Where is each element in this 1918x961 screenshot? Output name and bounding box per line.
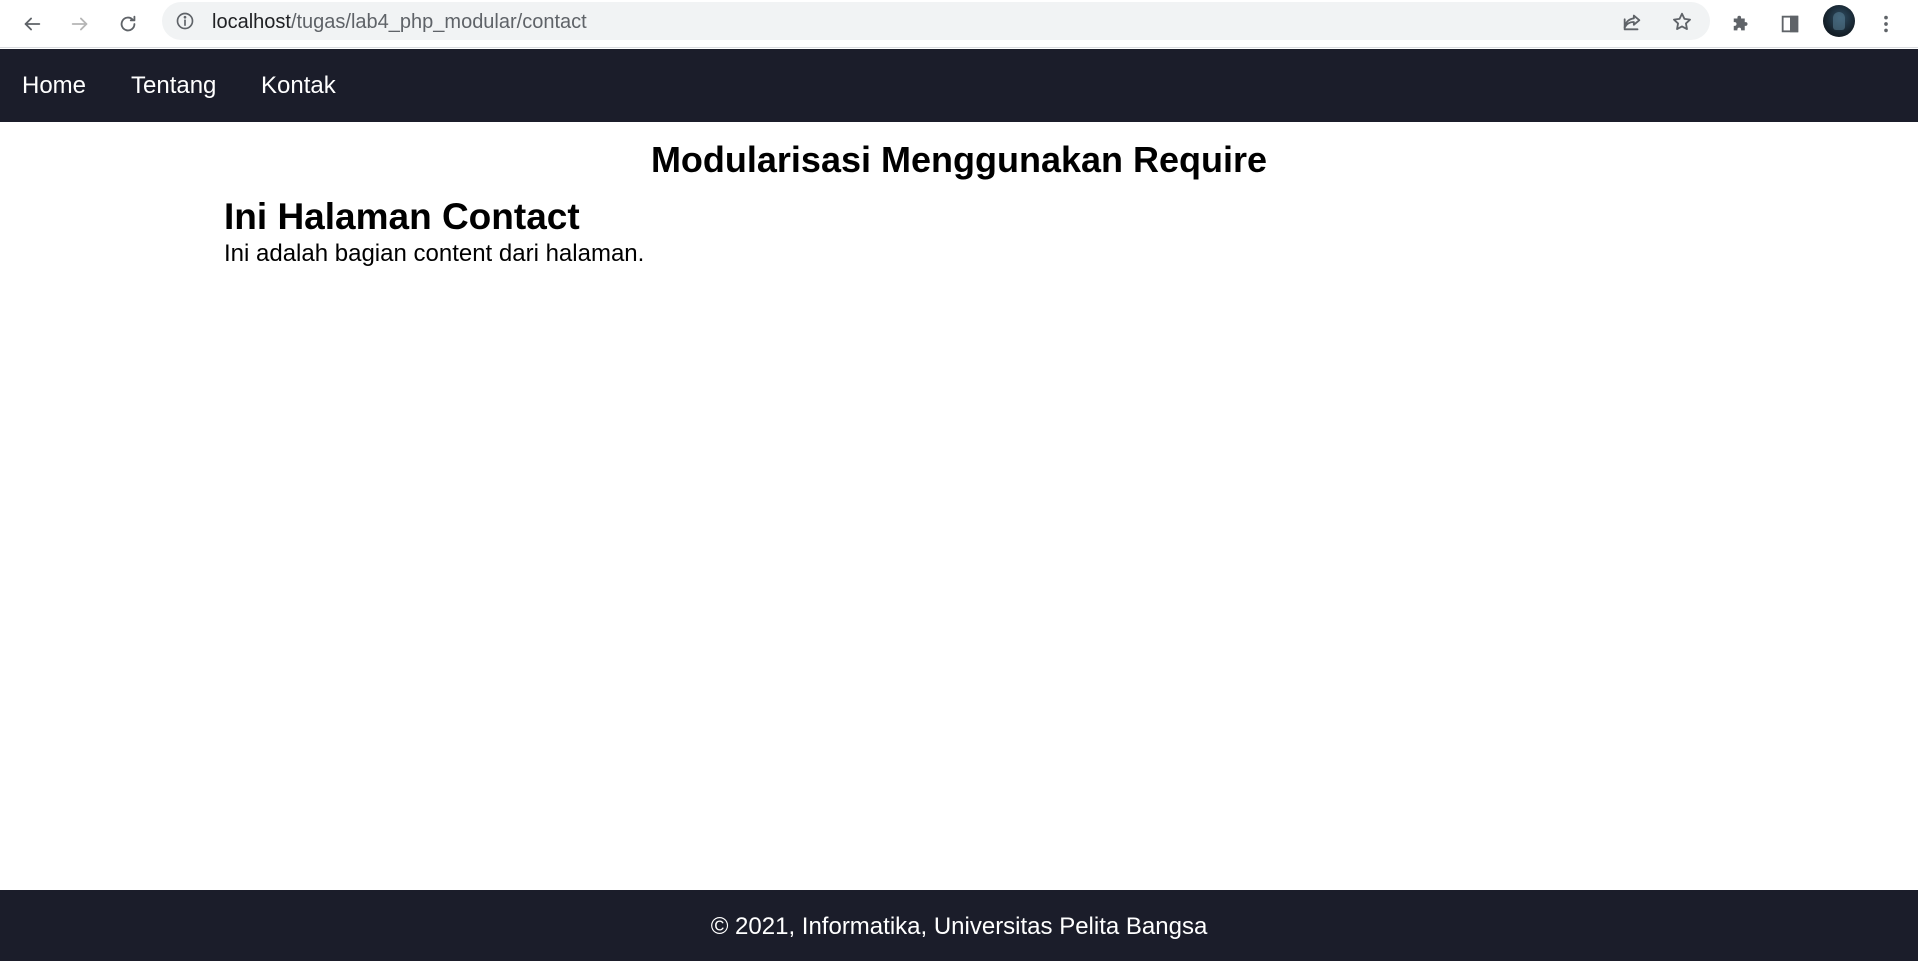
side-panel-icon[interactable] xyxy=(1774,8,1806,40)
site-footer: © 2021, Informatika, Universitas Pelita … xyxy=(0,890,1918,961)
address-bar[interactable]: localhost/tugas/lab4_php_modular/contact xyxy=(162,2,1710,40)
nav-item-tentang[interactable]: Tentang xyxy=(131,72,216,99)
site-nav: Home Tentang Kontak xyxy=(0,49,1918,122)
avatar[interactable] xyxy=(1823,5,1855,37)
site-title: Modularisasi Menggunakan Require xyxy=(650,139,1268,180)
page-heading: Ini Halaman Contact xyxy=(224,196,580,237)
back-icon[interactable] xyxy=(16,8,48,40)
share-icon[interactable] xyxy=(1618,8,1646,36)
forward-icon[interactable] xyxy=(64,8,96,40)
url-host: localhost xyxy=(212,11,291,33)
page-content-text: Ini adalah bagian content dari halaman. xyxy=(224,240,645,267)
browser-toolbar: localhost/tugas/lab4_php_modular/contact xyxy=(0,0,1918,48)
info-icon[interactable] xyxy=(174,10,196,32)
reload-icon[interactable] xyxy=(112,8,144,40)
star-icon[interactable] xyxy=(1668,8,1696,36)
nav-item-home[interactable]: Home xyxy=(22,72,86,99)
url-path: /tugas/lab4_php_modular/contact xyxy=(290,11,587,33)
url-text[interactable]: localhost/tugas/lab4_php_modular/contact xyxy=(212,11,587,33)
extensions-icon[interactable] xyxy=(1726,8,1758,40)
footer-text: © 2021, Informatika, Universitas Pelita … xyxy=(710,913,1208,940)
more-icon[interactable] xyxy=(1870,8,1902,40)
nav-item-kontak[interactable]: Kontak xyxy=(261,72,336,99)
